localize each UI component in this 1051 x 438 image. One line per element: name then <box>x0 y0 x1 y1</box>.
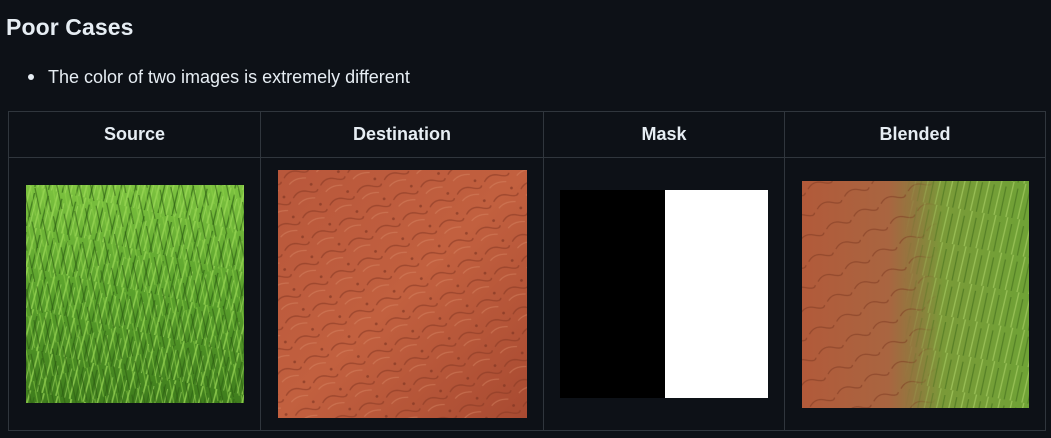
bullet-list: The color of two images is extremely dif… <box>28 64 410 90</box>
cell-source <box>8 157 261 431</box>
page-title: Poor Cases <box>6 13 134 40</box>
table-header-row: Source Destination Mask Blended <box>8 111 1046 158</box>
cell-blended <box>784 157 1046 431</box>
cell-destination <box>260 157 544 431</box>
list-item: The color of two images is extremely dif… <box>28 64 410 90</box>
section-heading: Poor Cases <box>0 10 134 44</box>
results-table: Source Destination Mask Blended <box>8 111 1046 431</box>
grass-image <box>25 185 244 403</box>
list-item-text: The color of two images is extremely dif… <box>48 66 410 87</box>
cell-mask <box>543 157 785 431</box>
mask-image <box>560 190 768 398</box>
header-blended: Blended <box>784 111 1046 158</box>
table-row <box>8 157 1046 431</box>
red-soil-image <box>277 170 527 418</box>
header-destination: Destination <box>260 111 544 158</box>
header-mask: Mask <box>543 111 785 158</box>
bullet-dot-icon <box>28 74 34 80</box>
blended-image <box>801 180 1029 408</box>
header-source: Source <box>8 111 261 158</box>
